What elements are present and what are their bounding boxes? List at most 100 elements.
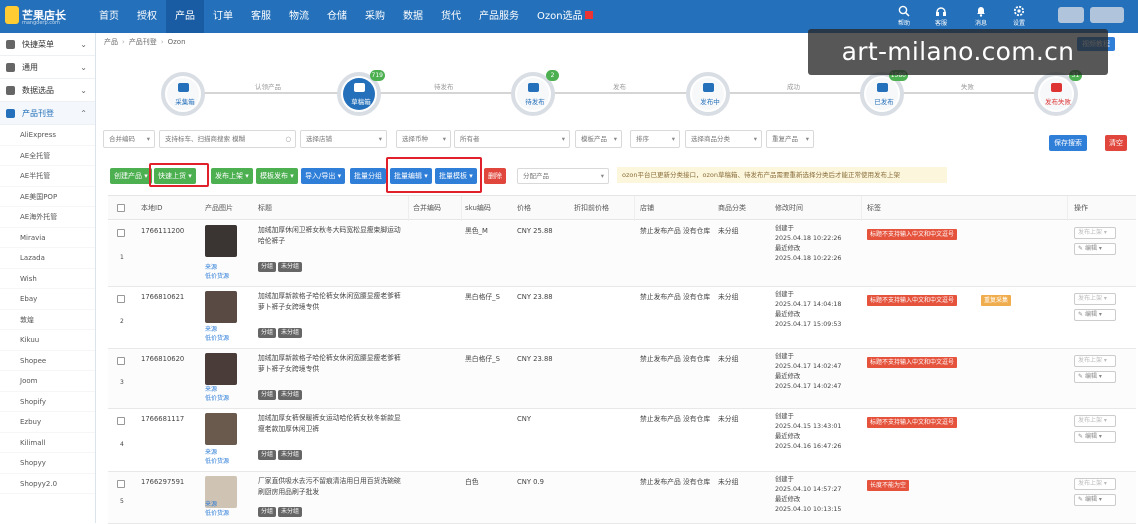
sidebar-item-lazada[interactable]: Lazada xyxy=(0,248,95,269)
nav-products[interactable]: 产品 xyxy=(166,0,204,33)
logo[interactable]: 芒果店长 mangoerp.com xyxy=(5,4,77,29)
sidebar-item-wish[interactable]: Wish xyxy=(0,269,95,289)
clear-button[interactable]: 清空 xyxy=(1105,135,1127,151)
edit-dropdown-button[interactable]: ✎ 编辑 ▾ xyxy=(1074,243,1116,255)
messages-tool[interactable]: 消息 xyxy=(966,3,996,31)
low-price-source-link[interactable]: 低价货源 xyxy=(205,509,229,518)
step-collect-box[interactable]: 采集箱 xyxy=(161,72,205,116)
breadcrumb-products[interactable]: 产品 xyxy=(104,38,118,46)
publish-dropdown-button[interactable]: 发布上架 ▾ xyxy=(1074,355,1116,367)
row-checkbox[interactable] xyxy=(117,357,125,365)
sort-select[interactable]: 排序 ▾ xyxy=(630,130,680,148)
publish-dropdown-button[interactable]: 发布上架 ▾ xyxy=(1074,293,1116,305)
table-row[interactable]: 2 1766810621 来源 低价货源 加绒加厚新款格子哈伦裤女休闲宽腰显瘦老爹裤萝卜… xyxy=(108,287,1136,349)
sidebar-item-ebay[interactable]: Ebay xyxy=(0,289,95,310)
settings-tool[interactable]: 设置 xyxy=(1004,3,1034,31)
product-image[interactable] xyxy=(205,225,237,257)
template-publish-button[interactable]: 模板发布 ▾ xyxy=(256,168,298,184)
sidebar-item-aliexpress[interactable]: AliExpress xyxy=(0,125,95,146)
breadcrumb-listing[interactable]: 产品刊登 xyxy=(129,38,157,46)
edit-dropdown-button[interactable]: ✎ 编辑 ▾ xyxy=(1074,431,1116,443)
row-checkbox[interactable] xyxy=(117,480,125,488)
nav-auth[interactable]: 授权 xyxy=(128,0,166,33)
table-row[interactable]: 3 1766810620 来源 低价货源 加绒加厚新款格子哈伦裤女休闲宽腰显瘦老爹裤萝卜… xyxy=(108,349,1136,409)
table-row[interactable]: 1 1766111200 来源 低价货源 加绒加厚休闲卫裤女秋冬大码宽松显瘦束脚运动哈伦… xyxy=(108,221,1136,287)
save-search-button[interactable]: 保存搜索 xyxy=(1049,135,1087,151)
sidebar-item-ae-overseas[interactable]: AE海外托管 xyxy=(0,207,95,228)
nav-product-service[interactable]: 产品服务 xyxy=(470,0,528,33)
search-mode[interactable]: 模糊 xyxy=(232,135,245,143)
product-title[interactable]: 加绒加厚新款格子哈伦裤女休闲宽腰显瘦老爹裤萝卜裤子女跨境专供 xyxy=(258,291,403,313)
low-price-source-link[interactable]: 低价货源 xyxy=(205,457,229,466)
product-image[interactable] xyxy=(205,413,237,445)
sidebar-item-shopyy2[interactable]: Shopyy2.0 xyxy=(0,474,95,494)
search-input[interactable]: 支持标车、扫描商搜索 模糊 ○ xyxy=(159,130,296,148)
group-tag[interactable]: 分组 xyxy=(258,507,277,517)
step-publishing[interactable]: 发布中 xyxy=(686,72,730,116)
low-price-source-link[interactable]: 低价货源 xyxy=(205,272,229,281)
group-tag[interactable]: 分组 xyxy=(258,328,277,338)
sidebar-item-ae-us-pop[interactable]: AE美国POP xyxy=(0,187,95,207)
group-tag[interactable]: 分组 xyxy=(258,450,277,460)
edit-dropdown-button[interactable]: ✎ 编辑 ▾ xyxy=(1074,309,1116,321)
delete-button[interactable]: 删除 xyxy=(484,168,506,184)
duplicate-select[interactable]: 重复产品 ▾ xyxy=(766,130,814,148)
sidebar-item-kikuu[interactable]: Kikuu xyxy=(0,330,95,351)
nav-orders[interactable]: 订单 xyxy=(204,0,242,33)
import-export-button[interactable]: 导入/导出 ▾ xyxy=(301,168,346,184)
source-link[interactable]: 来源 xyxy=(205,325,217,334)
nav-purchase[interactable]: 采购 xyxy=(356,0,394,33)
source-link[interactable]: 来源 xyxy=(205,263,217,272)
source-link[interactable]: 来源 xyxy=(205,500,217,509)
sidebar-item-joom[interactable]: Joom xyxy=(0,371,95,392)
store-select[interactable]: 选择店铺 ▾ xyxy=(300,130,387,148)
source-link[interactable]: 来源 xyxy=(205,385,217,394)
row-checkbox[interactable] xyxy=(117,295,125,303)
sidebar-item-ae-half[interactable]: AE半托管 xyxy=(0,166,95,187)
sidebar-section-general[interactable]: 通用 ⌄ xyxy=(0,56,95,79)
select-all-checkbox[interactable] xyxy=(117,204,125,212)
publish-dropdown-button[interactable]: 发布上架 ▾ xyxy=(1074,415,1116,427)
service-tool[interactable]: 客服 xyxy=(926,3,956,31)
product-title[interactable]: 厂家直供吸水去污不留痕清洁用日用百货洗碗碗刷厨房用品刷子批发 xyxy=(258,476,403,498)
edit-dropdown-button[interactable]: ✎ 编辑 ▾ xyxy=(1074,371,1116,383)
search-icon[interactable]: ○ xyxy=(285,131,291,147)
user-avatar[interactable] xyxy=(1058,7,1084,23)
currency-select[interactable]: 选择币种 ▾ xyxy=(396,130,451,148)
category-select[interactable]: 选择商品分类 ▾ xyxy=(685,130,762,148)
sidebar-item-ezbuy[interactable]: Ezbuy xyxy=(0,412,95,433)
group-tag[interactable]: 分组 xyxy=(258,262,277,272)
sidebar-item-shopify[interactable]: Shopify xyxy=(0,392,95,412)
product-title[interactable]: 加绒加厚女裤保暖裤女运动哈伦裤女秋冬新款显瘦老款加厚休闲卫裤 xyxy=(258,413,403,435)
edit-dropdown-button[interactable]: ✎ 编辑 ▾ xyxy=(1074,494,1116,506)
publish-dropdown-button[interactable]: 发布上架 ▾ xyxy=(1074,227,1116,239)
low-price-source-link[interactable]: 低价货源 xyxy=(205,394,229,403)
sidebar-section-shortcuts[interactable]: 快捷菜单 ⌄ xyxy=(0,33,95,56)
owner-select[interactable]: 所有者 ▾ xyxy=(454,130,570,148)
sidebar-section-data-select[interactable]: 数据选品 ⌄ xyxy=(0,79,95,102)
sidebar-item-kilimall[interactable]: Kilimall xyxy=(0,433,95,453)
nav-forwarder[interactable]: 货代 xyxy=(432,0,470,33)
nav-warehouse[interactable]: 仓储 xyxy=(318,0,356,33)
publish-button[interactable]: 发布上架 ▾ xyxy=(211,168,253,184)
step-pending[interactable]: 待发布 2 xyxy=(511,70,559,116)
product-title[interactable]: 加绒加厚新款格子哈伦裤女休闲宽腰显瘦老爹裤萝卜裤子女跨境专供 xyxy=(258,353,403,375)
assign-product-select[interactable]: 分配产品 ▾ xyxy=(517,168,609,184)
sidebar-item-ae-full[interactable]: AE全托管 xyxy=(0,146,95,166)
user-name[interactable] xyxy=(1090,7,1124,23)
table-row[interactable]: 4 1766681117 来源 低价货源 加绒加厚女裤保暖裤女运动哈伦裤女秋冬新款显瘦老… xyxy=(108,409,1136,472)
sidebar-section-listing[interactable]: 产品刊登 ⌃ xyxy=(0,102,95,125)
product-title[interactable]: 加绒加厚休闲卫裤女秋冬大码宽松显瘦束脚运动哈伦裤子 xyxy=(258,225,403,247)
template-select[interactable]: 模板产品 ▾ xyxy=(575,130,622,148)
nav-service[interactable]: 客服 xyxy=(242,0,280,33)
sidebar-item-shopee[interactable]: Shopee xyxy=(0,351,95,371)
table-row[interactable]: 5 1766297591 来源 低价货源 厂家直供吸水去污不留痕清洁用日用百货洗碗碗刷厨… xyxy=(108,472,1136,524)
step-drafts[interactable]: 草稿箱 719 xyxy=(337,70,385,116)
sidebar-item-miravia[interactable]: Miravia xyxy=(0,228,95,248)
nav-data[interactable]: 数据 xyxy=(394,0,432,33)
sidebar-item-shopyy[interactable]: Shopyy xyxy=(0,453,95,474)
sidebar-item-dhgate[interactable]: 敦煌 xyxy=(0,310,95,330)
create-product-button[interactable]: 创建产品 ▾ xyxy=(110,168,152,184)
product-image[interactable] xyxy=(205,291,237,323)
publish-dropdown-button[interactable]: 发布上架 ▾ xyxy=(1074,478,1116,490)
